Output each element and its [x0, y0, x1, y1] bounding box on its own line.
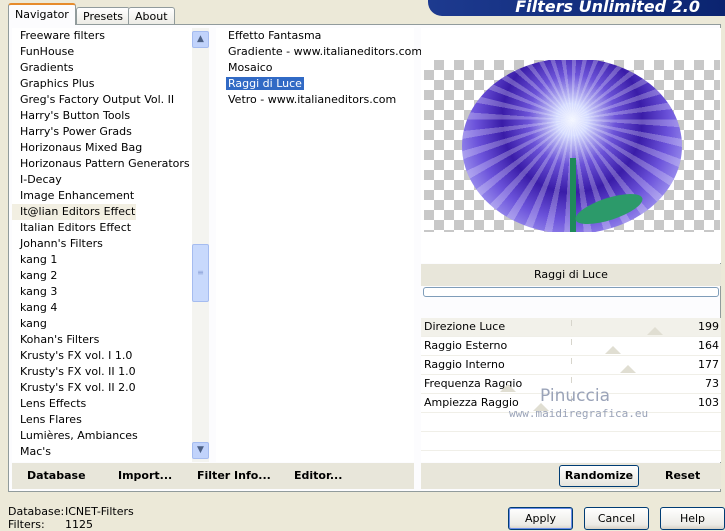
filter-info-button[interactable]: Filter Info...: [197, 463, 271, 489]
category-item[interactable]: kang 4: [12, 300, 192, 316]
category-item[interactable]: Graphics Plus: [12, 76, 192, 92]
slider-tick: [571, 377, 572, 383]
category-item[interactable]: Kohan's Filters: [12, 332, 192, 348]
category-item[interactable]: FunHouse: [12, 44, 192, 60]
empty-parameter-row: [421, 432, 721, 451]
filter-item-label: Raggi di Luce: [226, 77, 304, 90]
category-item[interactable]: Gradients: [12, 60, 192, 76]
category-item[interactable]: Krusty's FX vol. I 1.0: [12, 348, 192, 364]
tab-presets[interactable]: Presets: [76, 7, 131, 24]
parameter-label: Raggio Interno: [424, 358, 505, 371]
left-toolbar: Database Import... Filter Info... Editor…: [12, 463, 414, 489]
parameter-value: 103: [698, 396, 719, 409]
category-item[interactable]: Krusty's FX vol. II 1.0: [12, 364, 192, 380]
database-status-label: Database:: [8, 505, 65, 518]
watermark-name: Pinuccia: [540, 386, 610, 406]
category-item[interactable]: It@lian Editors Effect: [12, 204, 136, 220]
category-item[interactable]: Horizonaus Mixed Bag: [12, 140, 192, 156]
scroll-down-icon[interactable]: ▼: [192, 442, 209, 459]
parameter-label: Ampiezza Raggio: [424, 396, 519, 409]
category-item[interactable]: Image Enhancement: [12, 188, 192, 204]
category-item[interactable]: Lens Effects: [12, 396, 192, 412]
slider-tick: [571, 358, 572, 364]
status-info: Database:ICNET-Filters Filters: 1125: [8, 505, 134, 531]
preview-image: [424, 60, 720, 232]
tab-about[interactable]: About: [128, 7, 175, 24]
filter-item[interactable]: Effetto Fantasma: [216, 28, 414, 44]
category-list[interactable]: Freeware filters FunHouse Gradients Graphic…: [12, 28, 192, 462]
parameter-row[interactable]: Direzione Luce 199: [421, 318, 721, 337]
import-button[interactable]: Import...: [118, 463, 172, 489]
reset-button[interactable]: Reset: [665, 463, 700, 489]
category-item[interactable]: Mac's: [12, 444, 192, 460]
progress-bar: [423, 287, 719, 297]
preview-stem: [570, 158, 576, 232]
category-item[interactable]: kang 2: [12, 268, 192, 284]
app-banner-title: Filters Unlimited 2.0: [428, 0, 725, 16]
parameter-value: 73: [705, 377, 719, 390]
effect-name-label: Raggi di Luce: [421, 264, 721, 286]
category-item[interactable]: Harry's Power Grads: [12, 124, 192, 140]
slider-marker-icon[interactable]: [500, 384, 516, 392]
filter-item[interactable]: Mosaico: [216, 60, 414, 76]
category-item[interactable]: kang: [12, 316, 192, 332]
slider-tick: [571, 320, 572, 326]
editor-button[interactable]: Editor...: [294, 463, 342, 489]
help-button[interactable]: Help: [660, 507, 725, 530]
filter-item[interactable]: Raggi di Luce: [216, 76, 414, 92]
category-item[interactable]: Johann's Filters: [12, 236, 192, 252]
category-item[interactable]: Italian Editors Effect: [12, 220, 192, 236]
filter-item[interactable]: Vetro - www.italianeditors.com: [216, 92, 414, 108]
slider-tick: [571, 339, 572, 345]
parameter-label: Direzione Luce: [424, 320, 506, 333]
parameter-row[interactable]: Raggio Esterno 164: [421, 337, 721, 356]
watermark-url: www.maidiregrafica.eu: [509, 407, 649, 420]
category-item[interactable]: Freeware filters: [12, 28, 192, 44]
category-item[interactable]: Harry's Button Tools: [12, 108, 192, 124]
filter-list[interactable]: Effetto Fantasma Gradiente - www.italiane…: [216, 28, 422, 462]
randomize-button[interactable]: Randomize: [559, 465, 639, 487]
parameter-label: Raggio Esterno: [424, 339, 508, 352]
category-item[interactable]: kang 1: [12, 252, 192, 268]
category-item[interactable]: kang 3: [12, 284, 192, 300]
tab-navigator[interactable]: Navigator: [8, 3, 76, 25]
apply-button[interactable]: Apply: [508, 507, 573, 530]
slider-marker-icon[interactable]: [620, 365, 636, 373]
parameter-value: 177: [698, 358, 719, 371]
filters-status-label: Filters:: [8, 518, 45, 531]
category-item[interactable]: Lens Flares: [12, 412, 192, 428]
filter-item-label: Vetro - www.italianeditors.com: [228, 93, 397, 106]
slider-marker-icon[interactable]: [605, 346, 621, 354]
slider-marker-icon[interactable]: [647, 327, 663, 335]
filter-item-label: Effetto Fantasma: [228, 29, 322, 42]
database-button[interactable]: Database: [27, 463, 86, 489]
filter-item-label: Mosaico: [228, 61, 273, 74]
category-item[interactable]: Horizonaus Pattern Generators: [12, 156, 192, 172]
parameter-row[interactable]: Raggio Interno 177: [421, 356, 721, 375]
preview-flower-sphere: [462, 60, 682, 232]
category-item[interactable]: Krusty's FX vol. II 2.0: [12, 380, 192, 396]
category-scrollbar[interactable]: ▲ ≡ ▼: [192, 28, 209, 462]
scroll-up-icon[interactable]: ▲: [192, 31, 209, 48]
category-item[interactable]: Lumières, Ambiances: [12, 428, 192, 444]
database-status-value: ICNET-Filters: [65, 505, 134, 518]
filter-item-label: Gradiente - www.italianeditors.com: [228, 45, 423, 58]
filters-status-value: 1125: [65, 518, 93, 531]
category-item[interactable]: Greg's Factory Output Vol. II: [12, 92, 192, 108]
parameter-value: 199: [698, 320, 719, 333]
filter-item[interactable]: Gradiente - www.italianeditors.com: [216, 44, 422, 60]
parameter-value: 164: [698, 339, 719, 352]
cancel-button[interactable]: Cancel: [584, 507, 649, 530]
scroll-thumb[interactable]: ≡: [192, 244, 209, 302]
right-toolbar: Randomize Reset: [421, 463, 721, 489]
category-item[interactable]: I-Decay: [12, 172, 192, 188]
